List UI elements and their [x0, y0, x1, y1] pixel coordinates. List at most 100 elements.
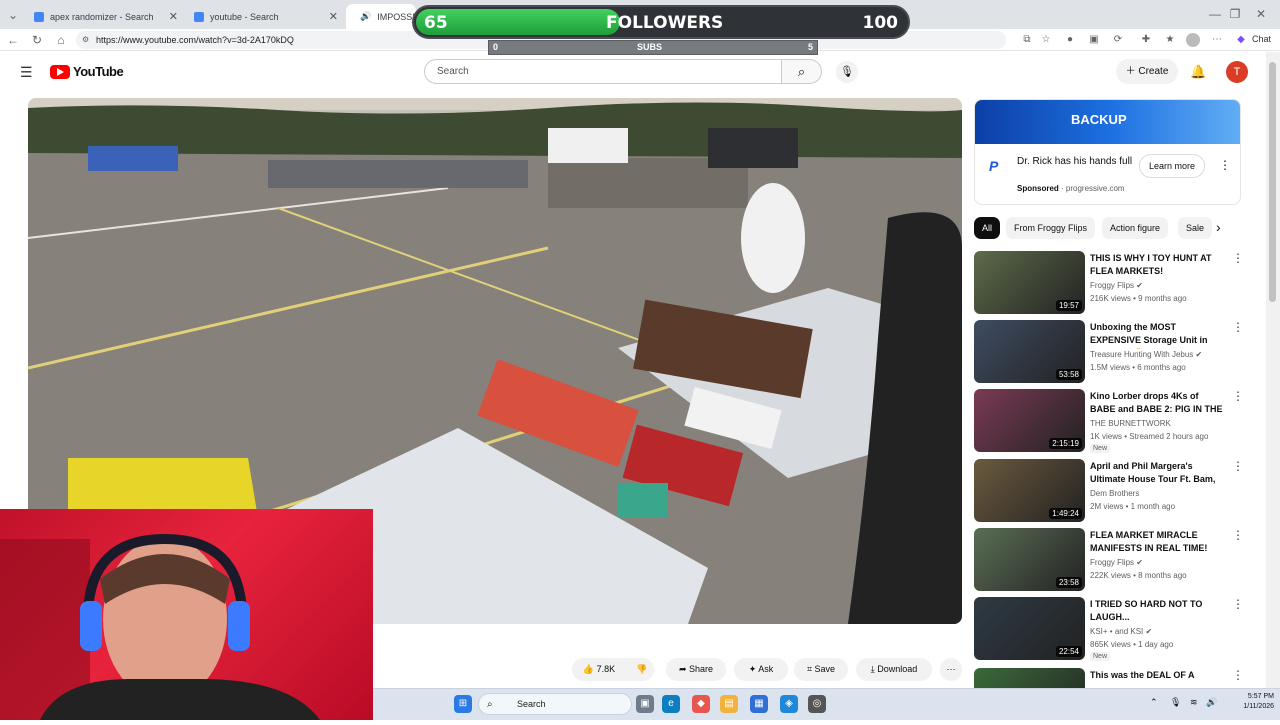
- video-thumbnail[interactable]: 23:58: [974, 528, 1085, 591]
- video-menu-icon[interactable]: ⋮: [1232, 597, 1244, 611]
- search-icon[interactable]: ⌕: [782, 59, 822, 84]
- task-view-icon[interactable]: ▣: [636, 695, 654, 713]
- home-icon[interactable]: ⌂: [52, 31, 70, 49]
- bookmark-star-icon[interactable]: ☆: [1039, 33, 1053, 47]
- ad-menu-icon[interactable]: ⋮: [1219, 158, 1231, 172]
- minimize-icon[interactable]: —: [1206, 5, 1224, 23]
- store-icon[interactable]: ▦: [750, 695, 768, 713]
- video-thumbnail[interactable]: 22:54: [974, 597, 1085, 660]
- tray-chevron-icon[interactable]: ⌃: [1150, 697, 1158, 708]
- video-thumbnail[interactable]: 19:57: [974, 251, 1085, 314]
- video-title[interactable]: This was the DEAL OF A: [1090, 669, 1224, 682]
- learn-more-button[interactable]: Learn more: [1139, 154, 1205, 178]
- browser-tab-active[interactable]: 🔊 IMPOSSI: [346, 4, 416, 29]
- video-thumbnail[interactable]: 1:49:24: [974, 459, 1085, 522]
- recommendation-item[interactable]: 1:49:24 April and Phil Margera's Ultimat…: [974, 459, 1264, 523]
- video-title[interactable]: Unboxing the MOST EXPENSIVE Storage Unit…: [1090, 321, 1224, 349]
- like-button[interactable]: 👍 7.8K: [572, 658, 626, 681]
- recommendation-item[interactable]: 53:58 Unboxing the MOST EXPENSIVE Storag…: [974, 320, 1264, 384]
- chip-from-froggy-flips[interactable]: From Froggy Flips: [1006, 217, 1096, 239]
- ad-title[interactable]: Dr. Rick has his hands full: [1017, 155, 1137, 168]
- video-thumbnail[interactable]: 53:58: [974, 320, 1085, 383]
- notifications-bell-icon[interactable]: 🔔: [1190, 64, 1206, 80]
- chip-action-figure[interactable]: Action figure: [1102, 217, 1169, 239]
- thumbs-up-icon: 👍: [582, 664, 597, 674]
- microphone-tray-icon[interactable]: 🎙: [1170, 697, 1181, 708]
- video-title[interactable]: April and Phil Margera's Ultimate House …: [1090, 460, 1224, 488]
- video-menu-icon[interactable]: ⋮: [1232, 389, 1244, 403]
- new-badge: New: [1090, 652, 1111, 661]
- channel-name-line[interactable]: KSI+ • and KSI ✔: [1090, 627, 1152, 636]
- recommendation-item[interactable]: 19:57 THIS IS WHY I TOY HUNT AT FLEA MAR…: [974, 251, 1264, 315]
- video-menu-icon[interactable]: ⋮: [1232, 320, 1244, 334]
- video-thumbnail[interactable]: 2:15:19: [974, 389, 1085, 452]
- close-tab-icon[interactable]: ✕: [169, 10, 178, 23]
- share-button[interactable]: ➦ Share: [666, 658, 726, 681]
- edge-browser-icon[interactable]: e: [662, 695, 680, 713]
- channel-name-line[interactable]: Froggy Flips ✔: [1090, 558, 1143, 567]
- extension-icon[interactable]: ●: [1063, 33, 1077, 47]
- ask-button[interactable]: ✦ Ask: [734, 658, 788, 681]
- chip-all[interactable]: All: [974, 217, 1001, 239]
- recommendation-item[interactable]: 23:58 FLEA MARKET MIRACLE MANIFESTS IN R…: [974, 528, 1264, 592]
- translate-icon[interactable]: ⧉: [1020, 33, 1034, 47]
- video-thumbnail[interactable]: [974, 668, 1085, 688]
- chip-sale[interactable]: Sale: [1178, 217, 1212, 239]
- scrollbar-thumb[interactable]: [1269, 62, 1276, 302]
- avatar[interactable]: T: [1226, 61, 1248, 83]
- file-explorer-icon[interactable]: ▤: [720, 695, 738, 713]
- close-window-icon[interactable]: ✕: [1252, 5, 1270, 23]
- channel-name-line[interactable]: Treasure Hunting With Jebus ✔: [1090, 350, 1202, 359]
- sidebar-ad[interactable]: BACKUP P Dr. Rick has his hands full Spo…: [974, 99, 1241, 205]
- taskbar-search[interactable]: ⌕ Search: [478, 693, 632, 715]
- chevron-right-icon[interactable]: ›: [1216, 219, 1221, 235]
- browser-tab-2[interactable]: youtube - Search ✕: [186, 4, 346, 29]
- recommendation-item[interactable]: 22:54 I TRIED SO HARD NOT TO LAUGH... KS…: [974, 597, 1264, 661]
- puzzle-icon[interactable]: ✚: [1139, 33, 1153, 47]
- video-menu-icon[interactable]: ⋮: [1232, 251, 1244, 265]
- back-arrow-icon[interactable]: ←: [4, 31, 22, 49]
- create-button[interactable]: ＋ Create: [1116, 59, 1178, 84]
- more-actions-icon[interactable]: ⋯: [940, 658, 962, 681]
- youtube-logo[interactable]: YouTube: [50, 64, 124, 79]
- extension-icon[interactable]: ⟳: [1111, 33, 1125, 47]
- obs-icon[interactable]: ◎: [808, 695, 826, 713]
- video-title[interactable]: Kino Lorber drops 4Ks of BABE and BABE 2…: [1090, 390, 1224, 418]
- windows-start-icon[interactable]: ⊞: [454, 695, 472, 713]
- channel-name[interactable]: Dem Brothers: [1090, 489, 1139, 498]
- volume-icon[interactable]: 🔊: [1206, 697, 1217, 708]
- wifi-icon[interactable]: ≋: [1190, 697, 1198, 708]
- more-icon[interactable]: ⋯: [1210, 33, 1224, 47]
- channel-name[interactable]: THE BURNETTWORK: [1090, 419, 1171, 428]
- video-menu-icon[interactable]: ⋮: [1232, 459, 1244, 473]
- tab-list-icon[interactable]: ⌄: [4, 6, 22, 24]
- reload-icon[interactable]: ↻: [28, 31, 46, 49]
- copilot-app-icon[interactable]: ◆: [692, 695, 710, 713]
- video-menu-icon[interactable]: ⋮: [1232, 528, 1244, 542]
- profile-icon[interactable]: [1186, 33, 1200, 47]
- video-title[interactable]: FLEA MARKET MIRACLE MANIFESTS IN REAL TI…: [1090, 529, 1224, 555]
- dislike-button[interactable]: 👎: [630, 658, 654, 681]
- ad-banner[interactable]: BACKUP: [975, 100, 1240, 144]
- browser-tab-1[interactable]: apex randomizer - Search ✕: [26, 4, 186, 29]
- site-info-icon[interactable]: ⚙: [82, 31, 89, 49]
- hamburger-menu-icon[interactable]: ☰: [20, 64, 33, 81]
- search-input[interactable]: Search: [424, 59, 782, 84]
- video-menu-icon[interactable]: ⋮: [1232, 668, 1244, 682]
- taskbar-clock[interactable]: 5:57 PM 1/11/2026: [1222, 692, 1274, 712]
- copilot-icon[interactable]: ◆: [1234, 33, 1248, 47]
- chat-label[interactable]: Chat: [1252, 34, 1271, 44]
- maximize-icon[interactable]: ❐: [1226, 5, 1244, 23]
- close-tab-icon[interactable]: ✕: [329, 10, 338, 23]
- save-button[interactable]: ⌗ Save: [794, 658, 848, 681]
- favorites-icon[interactable]: ★: [1163, 33, 1177, 47]
- microphone-icon[interactable]: 🎙: [836, 61, 858, 83]
- video-title[interactable]: I TRIED SO HARD NOT TO LAUGH...: [1090, 598, 1224, 624]
- extension-icon[interactable]: ▣: [1087, 33, 1101, 47]
- channel-name-line[interactable]: Froggy Flips ✔: [1090, 281, 1143, 290]
- recommendation-item[interactable]: 2:15:19 Kino Lorber drops 4Ks of BABE an…: [974, 389, 1264, 453]
- video-title[interactable]: THIS IS WHY I TOY HUNT AT FLEA MARKETS!: [1090, 252, 1224, 278]
- download-button[interactable]: ⤓ Download: [856, 658, 932, 681]
- app-icon[interactable]: ◈: [780, 695, 798, 713]
- recommendation-item[interactable]: This was the DEAL OF A ⋮: [974, 668, 1264, 688]
